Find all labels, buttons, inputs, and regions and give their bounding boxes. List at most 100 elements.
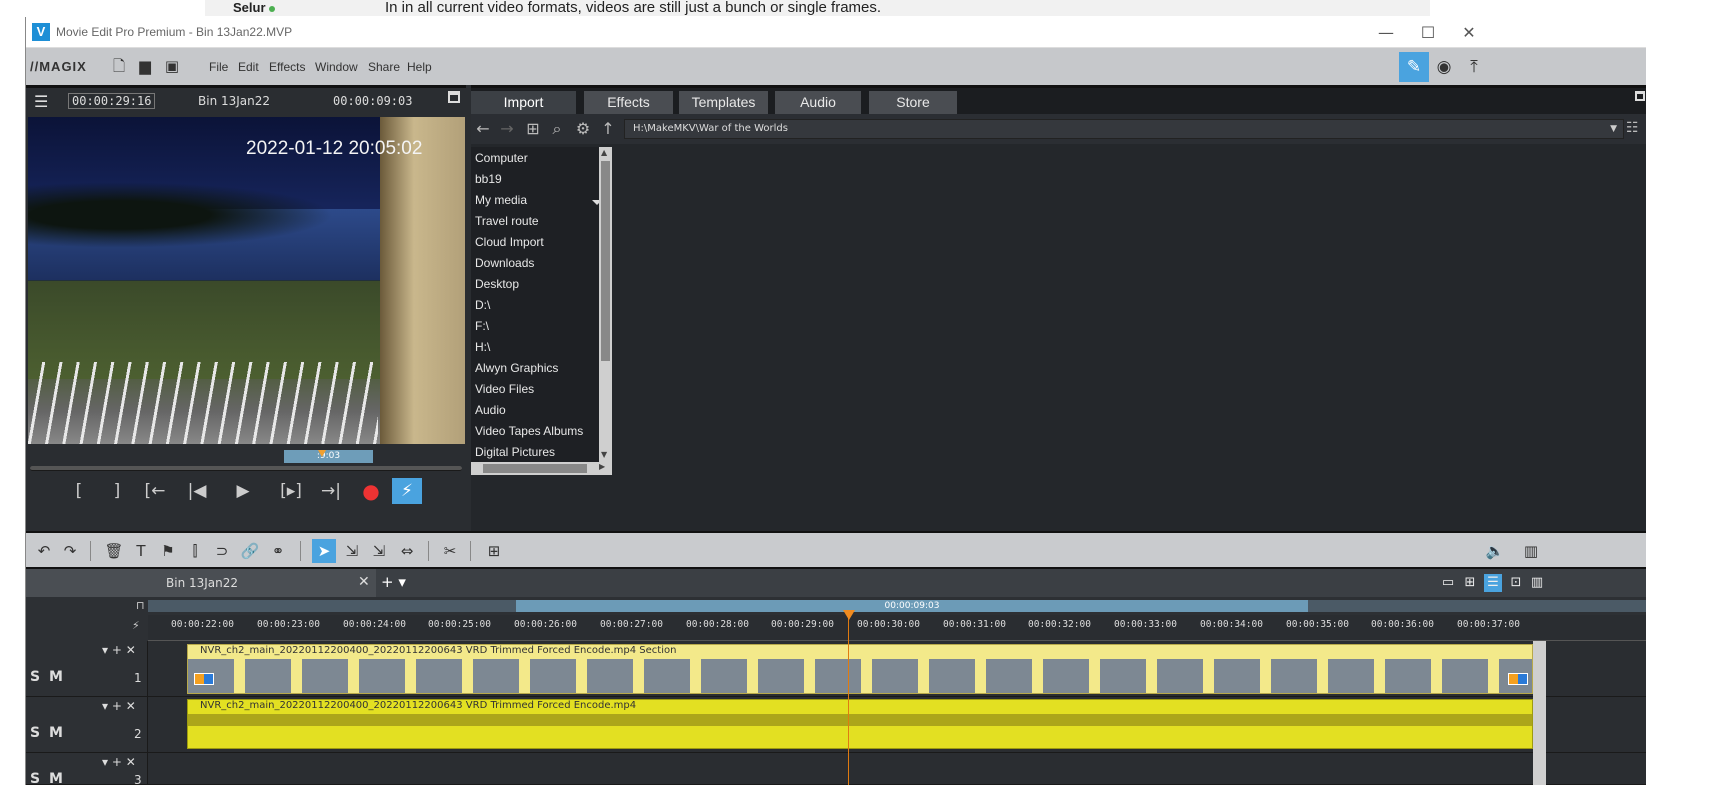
list-view-icon[interactable]: ☷ (1626, 120, 1639, 136)
save-icon[interactable]: ▣ (163, 57, 181, 75)
cut-icon[interactable]: ✂ (438, 539, 462, 563)
track-options-icon[interactable]: ▾ + ✕ (102, 643, 136, 657)
stretch-mode-icon[interactable]: ⇔ (395, 539, 419, 563)
multicam-view-icon[interactable]: ⊡ (1507, 574, 1525, 592)
split-icon[interactable]: ⫿ (183, 539, 207, 563)
expand-arrow-icon[interactable] (592, 200, 599, 205)
new-file-icon[interactable]: 🗋 (110, 57, 128, 75)
range-bar[interactable]: 00:00:09:03 (516, 600, 1308, 612)
tree-vertical-scrollbar[interactable]: ▲ ▼ (599, 147, 612, 462)
tree-item-travel-route[interactable]: Travel route (475, 214, 539, 228)
gear-icon[interactable]: ⚙ (573, 119, 593, 139)
audio-clip[interactable]: NVR_ch2_main_20220112200400_202201122006… (187, 699, 1533, 749)
tab-effects[interactable]: Effects (584, 91, 673, 114)
speaker-icon[interactable]: 🔈 (1483, 539, 1507, 563)
maximize-pool-icon[interactable] (1635, 91, 1645, 101)
previous-marker-button[interactable]: |◀ (182, 478, 212, 504)
lock-icon[interactable]: ⊓ (136, 599, 145, 612)
tab-templates[interactable]: Templates (679, 91, 768, 114)
video-clip[interactable]: NVR_ch2_main_20220112200400_202201122006… (187, 644, 1533, 694)
tree-item-my-media[interactable]: My media (475, 193, 527, 207)
mixer-view-icon[interactable]: ▥ (1528, 574, 1546, 592)
tab-import[interactable]: Import (471, 91, 576, 114)
close-tab-icon[interactable]: ✕ (358, 574, 370, 590)
mouse-mode-single-track-icon[interactable]: ⇲ (340, 539, 364, 563)
minimize-button[interactable]: — (1366, 21, 1406, 45)
delete-icon[interactable]: 🗑 (102, 539, 126, 563)
tree-horizontal-scrollbar[interactable]: ▶ (471, 462, 612, 475)
close-button[interactable]: ✕ (1449, 21, 1489, 45)
up-arrow-icon[interactable]: ↑ (598, 119, 618, 139)
back-arrow-icon[interactable]: ← (473, 119, 493, 139)
tree-item-video-tapes-albums[interactable]: Video Tapes Albums (475, 424, 583, 438)
clip-effects-icon[interactable] (1508, 673, 1528, 685)
insert-mode-icon[interactable]: ⊞ (482, 539, 506, 563)
tree-view-icon[interactable]: ⊞ (523, 119, 543, 139)
add-tab-icon[interactable]: + ▾ (381, 573, 406, 591)
maximize-button[interactable]: ☐ (1408, 21, 1448, 45)
go-to-out-button[interactable]: →| (316, 478, 346, 504)
chevron-down-icon[interactable]: ▼ (1610, 120, 1617, 138)
tree-item-f-drive[interactable]: F:\ (475, 319, 489, 333)
tree-item-desktop[interactable]: Desktop (475, 277, 519, 291)
mark-in-button[interactable]: [ (64, 478, 94, 504)
timeline-ruler[interactable]: ⊓ ⚡ 00:00:09:03 00:00:22:00 00:00:23:00 … (26, 597, 1646, 641)
menu-share[interactable]: Share (368, 60, 400, 74)
position-timecode[interactable]: 00:00:29:16 (68, 93, 156, 109)
tree-item-bb19[interactable]: bb19 (475, 172, 502, 186)
track-options-icon[interactable]: ▾ + ✕ (102, 755, 136, 769)
tree-item-computer[interactable]: Computer (475, 151, 528, 165)
scrollbar-thumb[interactable] (601, 161, 610, 361)
track-solo-mute-buttons[interactable]: S M (30, 725, 65, 741)
marker-flag-icon[interactable]: ⚑ (156, 539, 180, 563)
track-solo-mute-buttons[interactable]: S M (30, 669, 65, 685)
ruler-ticks[interactable]: 00:00:22:00 00:00:23:00 00:00:24:00 00:0… (148, 615, 1646, 641)
tree-item-h-drive[interactable]: H:\ (475, 340, 490, 354)
hamburger-menu-icon[interactable]: ☰ (34, 92, 48, 111)
playhead-marker-icon[interactable] (843, 610, 855, 620)
mouse-mode-arrow-icon[interactable]: ➤ (312, 539, 336, 563)
export-upload-icon[interactable]: ⤒ (1459, 52, 1489, 82)
menu-effects[interactable]: Effects (269, 60, 305, 74)
redo-icon[interactable]: ↷ (58, 539, 82, 563)
undo-icon[interactable]: ↶ (32, 539, 56, 563)
remove-scene-icon[interactable]: ⊃ (210, 539, 234, 563)
forum-username[interactable]: Selur (233, 0, 275, 15)
tree-item-alwyn-graphics[interactable]: Alwyn Graphics (475, 361, 558, 375)
tree-item-downloads[interactable]: Downloads (475, 256, 534, 270)
forward-arrow-icon[interactable]: → (497, 119, 517, 139)
menu-file[interactable]: File (209, 60, 228, 74)
menu-window[interactable]: Window (315, 60, 358, 74)
tree-item-audio[interactable]: Audio (475, 403, 506, 417)
scene-view-icon[interactable]: ⊞ (1461, 574, 1479, 592)
track-options-icon[interactable]: ▾ + ✕ (102, 699, 136, 713)
storyboard-view-icon[interactable]: ▭ (1439, 574, 1457, 592)
quick-action-button[interactable]: ⚡ (392, 478, 422, 504)
maximize-preview-icon[interactable] (448, 91, 460, 103)
mark-out-button[interactable]: ] (102, 478, 132, 504)
play-button[interactable]: ▶ (228, 478, 258, 504)
mixer-icon[interactable]: ▥ (1519, 539, 1543, 563)
group-link-icon[interactable]: 🔗 (238, 539, 262, 563)
edit-mode-icon[interactable]: ✎ (1399, 52, 1429, 82)
search-icon[interactable]: ⌕ (547, 119, 567, 139)
menu-edit[interactable]: Edit (238, 60, 259, 74)
project-tab[interactable]: Bin 13Jan22 ✕ (26, 569, 376, 597)
tree-item-video-files[interactable]: Video Files (475, 382, 534, 396)
preview-scrubber[interactable]: :9:03 (26, 446, 466, 472)
playhead-line[interactable] (848, 614, 849, 785)
play-range-button[interactable]: [▸] (276, 478, 306, 504)
tree-item-d-drive[interactable]: D:\ (475, 298, 490, 312)
clip-effects-icon[interactable] (194, 673, 214, 685)
scrub-marker-icon[interactable] (318, 450, 326, 457)
cursor-options-icon[interactable]: ⚡ (132, 619, 140, 632)
title-text-icon[interactable]: T (129, 539, 153, 563)
path-input[interactable]: H:\MakeMKV\War of the Worlds ▼ (624, 119, 1624, 139)
disc-icon[interactable]: ◉ (1429, 52, 1459, 82)
record-button[interactable]: ● (356, 478, 386, 504)
go-to-in-button[interactable]: [← (140, 478, 170, 504)
track-solo-mute-buttons[interactable]: S M (30, 771, 65, 785)
scrollbar-thumb[interactable] (483, 464, 587, 473)
timeline-view-icon[interactable]: ☰ (1484, 574, 1502, 592)
tree-item-cloud-import[interactable]: Cloud Import (475, 235, 544, 249)
